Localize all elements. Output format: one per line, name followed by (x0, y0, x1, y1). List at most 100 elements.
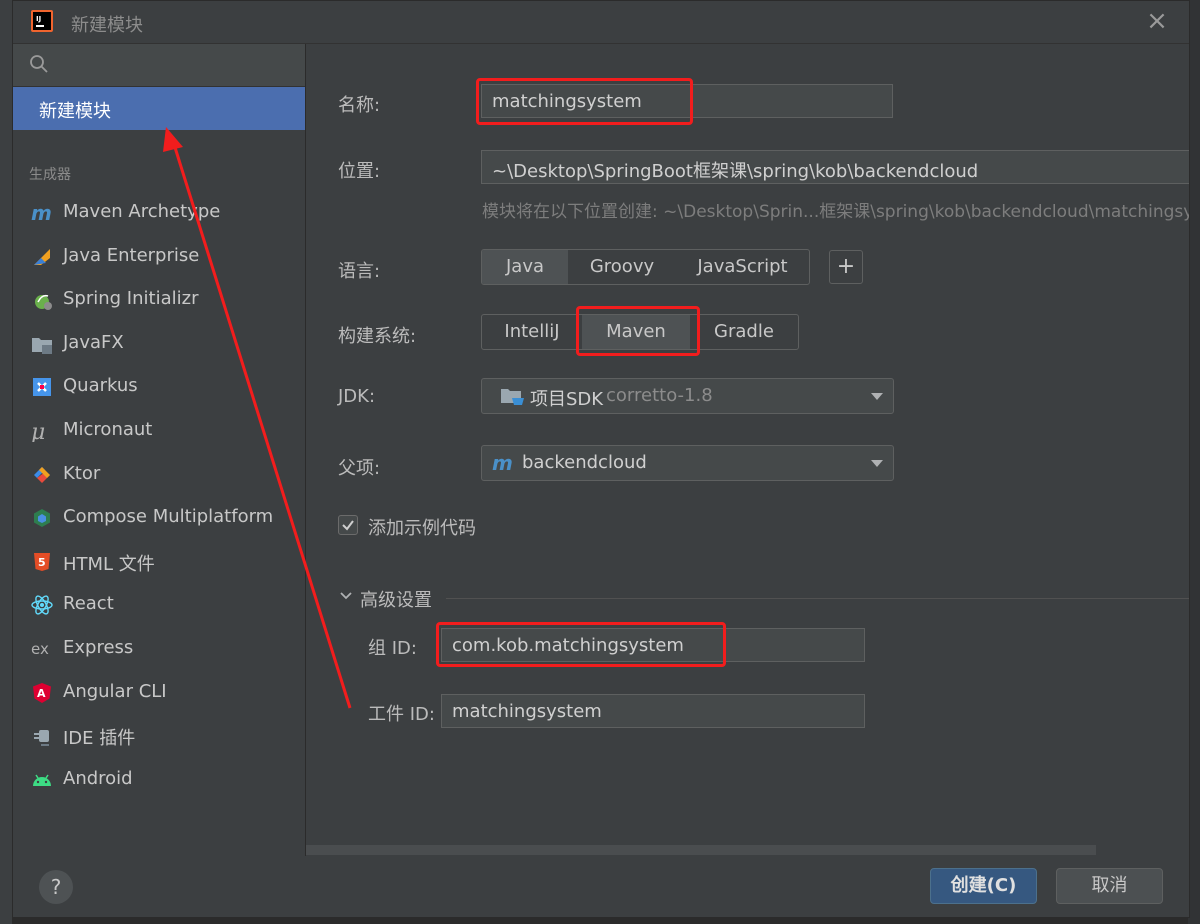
checkmark-icon (342, 520, 354, 531)
dialog-footer: ? 创建(C) 取消 (13, 856, 1189, 917)
chevron-down-icon (871, 393, 883, 400)
sample-code-label: 添加示例代码 (368, 518, 476, 539)
generator-item-spring-initializr[interactable]: Spring Initializr (13, 278, 305, 322)
jdk-version: corretto-1.8 (606, 385, 713, 406)
generator-label: JavaFX (63, 331, 124, 353)
quarkus-icon (33, 378, 51, 397)
ktor-icon (34, 466, 50, 483)
generator-item-express[interactable]: ex Express (13, 627, 305, 671)
generator-item-react[interactable]: React (13, 583, 305, 627)
generator-label: HTML 文件 (63, 553, 155, 575)
intellij-app-icon: IJ (31, 10, 53, 32)
generator-item-html[interactable]: 5 HTML 文件 (13, 540, 305, 584)
location-field[interactable]: ~\Desktop\SpringBoot框架课\spring\kob\backe… (481, 150, 1189, 184)
help-button[interactable]: ? (39, 870, 73, 904)
generator-item-ktor[interactable]: Ktor (13, 453, 305, 497)
plugin-icon (34, 730, 49, 747)
parent-label: 父项: (338, 458, 381, 479)
horizontal-scrollbar[interactable] (306, 845, 1096, 855)
generator-item-ide-plugin[interactable]: IDE 插件 (13, 714, 305, 758)
generator-label: Micronaut (63, 418, 153, 440)
dialog-title: 新建模块 (71, 15, 143, 36)
build-system-selector: IntelliJ Maven Gradle (481, 314, 799, 350)
language-option-groovy[interactable]: Groovy (568, 250, 676, 284)
close-icon[interactable]: × (1143, 7, 1171, 35)
svg-text:5: 5 (38, 556, 46, 569)
advanced-separator (446, 598, 1189, 599)
generator-label: Angular CLI (63, 680, 167, 702)
generator-item-javafx[interactable]: JavaFX (13, 322, 305, 366)
jdk-value: 项目SDK (530, 389, 604, 410)
advanced-settings-toggle[interactable]: 高级设置 (360, 586, 432, 612)
build-option-intellij[interactable]: IntelliJ (482, 315, 582, 349)
svg-text:ex: ex (31, 640, 49, 658)
generator-item-compose-multiplatform[interactable]: Compose Multiplatform (13, 496, 305, 540)
generator-label: Express (63, 636, 134, 658)
generator-item-maven-archetype[interactable]: m Maven Archetype (13, 191, 305, 235)
generator-item-angular-cli[interactable]: A Angular CLI (13, 671, 305, 715)
jdk-dropdown[interactable]: 项目SDK corretto-1.8 (481, 378, 894, 414)
sidebar-item-label: 新建模块 (39, 101, 111, 122)
module-settings-panel: 名称: matchingsystem 位置: ~\Desktop\SpringB… (306, 44, 1189, 856)
express-icon: ex (31, 640, 49, 658)
generator-label: React (63, 593, 114, 615)
generator-label: Android (63, 767, 133, 789)
folder-icon (501, 389, 524, 405)
sidebar: 新建模块 生成器 m Maven Archetype Java Enterpri… (13, 44, 306, 856)
generator-item-android[interactable]: Android (13, 758, 305, 802)
language-label: 语言: (338, 261, 381, 282)
generator-label: Spring Initializr (63, 288, 199, 310)
group-id-field[interactable]: com.kob.matchingsystem (441, 628, 865, 662)
language-option-java[interactable]: Java (482, 250, 568, 284)
search-icon (30, 55, 48, 73)
language-option-javascript[interactable]: JavaScript (676, 250, 809, 284)
search-input[interactable] (13, 44, 305, 87)
language-selector: Java Groovy JavaScript (481, 249, 810, 285)
location-hint: 模块将在以下位置创建: ~\Desktop\Sprin...框架课\spring… (482, 202, 1189, 222)
svg-text:A: A (37, 687, 46, 700)
generator-label: Maven Archetype (63, 201, 221, 222)
build-option-maven[interactable]: Maven (582, 315, 690, 349)
compose-icon (34, 509, 50, 528)
generator-item-micronaut[interactable]: μ Micronaut (13, 409, 305, 453)
spring-icon (35, 295, 52, 311)
artifact-id-label: 工件 ID: (368, 704, 435, 725)
chevron-down-icon (871, 460, 883, 467)
android-icon (33, 774, 51, 786)
create-button[interactable]: 创建(C) (930, 868, 1037, 904)
html5-icon: 5 (34, 552, 50, 571)
jdk-label: JDK: (338, 386, 376, 407)
build-system-label: 构建系统: (338, 326, 417, 347)
generator-list: m Maven Archetype Java Enterprise Spring… (13, 191, 305, 801)
build-option-gradle[interactable]: Gradle (690, 315, 798, 349)
title-bar: IJ 新建模块 × (13, 1, 1189, 44)
location-label: 位置: (338, 161, 381, 182)
add-language-button[interactable]: + (829, 250, 863, 284)
react-icon (31, 595, 53, 615)
group-id-label: 组 ID: (368, 638, 417, 659)
micronaut-icon: μ (31, 420, 45, 442)
svg-text:μ: μ (31, 420, 45, 442)
chevron-down-icon[interactable] (339, 589, 353, 603)
javafx-icon (32, 337, 52, 354)
maven-icon: m (31, 202, 52, 224)
name-field[interactable]: matchingsystem (481, 84, 893, 118)
generators-section-label: 生成器 (29, 167, 71, 183)
sidebar-item-new-module[interactable]: 新建模块 (13, 87, 305, 130)
sample-code-checkbox[interactable] (338, 515, 358, 535)
generator-item-quarkus[interactable]: Quarkus (13, 365, 305, 409)
angular-icon: A (33, 682, 51, 703)
generator-label: Compose Multiplatform (63, 506, 274, 528)
generator-label: Quarkus (63, 375, 138, 397)
svg-text:m: m (31, 202, 52, 224)
svg-text:m: m (492, 452, 513, 474)
generator-label: Ktor (63, 462, 101, 484)
parent-dropdown[interactable]: m backendcloud (481, 445, 894, 481)
generator-label: Java Enterprise (63, 244, 200, 266)
generator-item-java-enterprise[interactable]: Java Enterprise (13, 235, 305, 279)
artifact-id-field[interactable]: matchingsystem (441, 694, 865, 728)
cancel-button[interactable]: 取消 (1056, 868, 1163, 904)
maven-icon: m (492, 452, 513, 474)
name-label: 名称: (338, 95, 381, 116)
background-ide-left (0, 0, 12, 924)
